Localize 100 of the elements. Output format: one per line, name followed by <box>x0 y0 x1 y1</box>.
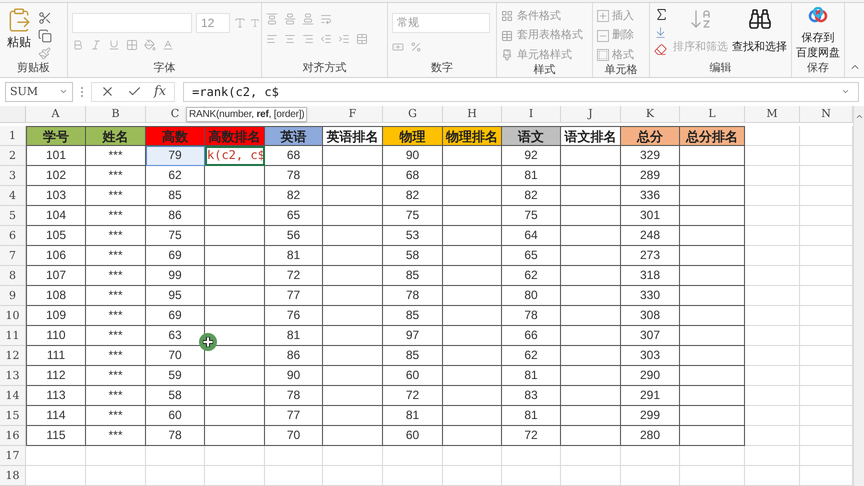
paste-button[interactable]: 粘贴 <box>4 6 34 60</box>
fill-down-icon[interactable] <box>654 26 667 39</box>
header-cell: 高数排名 <box>205 126 265 146</box>
scissors-icon[interactable] <box>38 10 52 25</box>
wrap-text-icon[interactable] <box>320 12 332 25</box>
scroll-up-icon[interactable] <box>854 112 864 121</box>
row-header[interactable]: 15 <box>0 406 26 426</box>
table-cell: 56 <box>265 226 323 246</box>
column-header[interactable]: K <box>621 106 680 123</box>
bold-icon[interactable] <box>72 38 84 51</box>
eraser-icon[interactable] <box>654 42 667 56</box>
row-header[interactable]: 6 <box>0 226 26 246</box>
grow-font-icon[interactable] <box>234 16 246 29</box>
row-header[interactable]: 14 <box>0 386 26 406</box>
row-header[interactable]: 17 <box>0 446 26 466</box>
indent-increase-icon[interactable] <box>338 32 350 45</box>
column-header[interactable]: A <box>26 106 86 123</box>
column-header[interactable]: I <box>502 106 561 123</box>
column-header[interactable]: G <box>383 106 443 123</box>
table-cell: 95 <box>146 286 205 306</box>
empty-cell <box>443 446 502 466</box>
empty-cell <box>680 426 745 446</box>
table-cell: 69 <box>146 306 205 326</box>
column-header[interactable]: M <box>745 106 800 123</box>
empty-cell <box>443 306 502 326</box>
row-header[interactable]: 1 <box>0 126 26 146</box>
align-bottom-icon[interactable] <box>302 12 314 25</box>
empty-cell <box>502 446 561 466</box>
table-cell: 299 <box>621 406 680 426</box>
insert-function-button[interactable]: fx <box>154 82 166 102</box>
table-cell: 82 <box>383 186 443 206</box>
table-cell: 78 <box>265 386 323 406</box>
font-color-icon[interactable] <box>162 38 174 51</box>
row-header[interactable]: 7 <box>0 246 26 266</box>
underline-icon[interactable] <box>108 38 120 51</box>
column-header[interactable]: B <box>86 106 146 123</box>
select-all-button[interactable] <box>0 106 26 123</box>
indent-decrease-icon[interactable] <box>320 32 332 45</box>
table-cell: 110 <box>26 326 86 346</box>
font-name-field[interactable] <box>72 12 192 33</box>
copy-icon[interactable] <box>38 28 52 43</box>
row-header[interactable]: 2 <box>0 146 26 166</box>
align-right-icon[interactable] <box>302 32 314 45</box>
empty-cell <box>502 466 561 486</box>
column-header[interactable]: F <box>323 106 383 123</box>
row-header[interactable]: 8 <box>0 266 26 286</box>
vertical-scrollbar[interactable] <box>853 106 864 486</box>
row-header[interactable]: 9 <box>0 286 26 306</box>
table-cell: 107 <box>26 266 86 286</box>
formula-field[interactable]: =rank(c2, c$ <box>183 82 859 102</box>
currency-icon[interactable] <box>392 40 404 53</box>
table-cell: 66 <box>502 326 561 346</box>
merge-icon[interactable] <box>356 32 368 45</box>
column-header[interactable]: J <box>561 106 621 123</box>
percent-icon[interactable] <box>410 40 422 53</box>
table-cell: 81 <box>265 246 323 266</box>
row-header[interactable]: 18 <box>0 466 26 486</box>
fill-color-icon[interactable] <box>144 38 156 51</box>
row-header[interactable]: 3 <box>0 166 26 186</box>
table-cell: 58 <box>383 246 443 266</box>
row-header[interactable]: 5 <box>0 206 26 226</box>
table-cell: 62 <box>502 266 561 286</box>
row-header[interactable]: 16 <box>0 426 26 446</box>
table-cell: 85 <box>383 346 443 366</box>
ribbon-button[interactable]: 查找和选择 <box>732 6 787 56</box>
column-header[interactable]: N <box>800 106 853 123</box>
align-middle-icon[interactable] <box>284 12 296 25</box>
empty-cell <box>745 326 800 346</box>
align-left-icon[interactable] <box>266 32 278 45</box>
table-cell: *** <box>86 346 146 366</box>
header-cell: 总分 <box>621 126 680 146</box>
table-cell: 81 <box>383 406 443 426</box>
row-header[interactable]: 11 <box>0 326 26 346</box>
row-header[interactable]: 4 <box>0 186 26 206</box>
table-cell: 85 <box>383 266 443 286</box>
column-header[interactable]: L <box>680 106 745 123</box>
empty-cell <box>561 186 621 206</box>
row-header[interactable]: 10 <box>0 306 26 326</box>
format-painter-icon[interactable] <box>38 46 51 60</box>
empty-cell <box>443 426 502 446</box>
save-to-cloud-button[interactable]: 保存到 百度网盘 <box>796 6 840 61</box>
name-box[interactable]: SUM <box>5 82 73 102</box>
group-label: 编辑 <box>708 60 732 76</box>
italic-icon[interactable] <box>90 38 102 51</box>
empty-cell <box>745 366 800 386</box>
empty-cell <box>323 226 383 246</box>
empty-cell <box>561 386 621 406</box>
table-cell: 336 <box>621 186 680 206</box>
empty-cell <box>561 406 621 426</box>
table-cell: 106 <box>26 246 86 266</box>
column-header[interactable]: H <box>443 106 502 123</box>
table-cell: 113 <box>26 386 86 406</box>
empty-cell <box>680 186 745 206</box>
align-center-icon[interactable] <box>284 32 296 45</box>
row-header[interactable]: 12 <box>0 346 26 366</box>
shrink-font-icon[interactable] <box>250 18 260 28</box>
empty-cell <box>561 366 621 386</box>
borders-icon[interactable] <box>126 38 138 51</box>
align-top-icon[interactable] <box>266 12 278 25</box>
row-header[interactable]: 13 <box>0 366 26 386</box>
